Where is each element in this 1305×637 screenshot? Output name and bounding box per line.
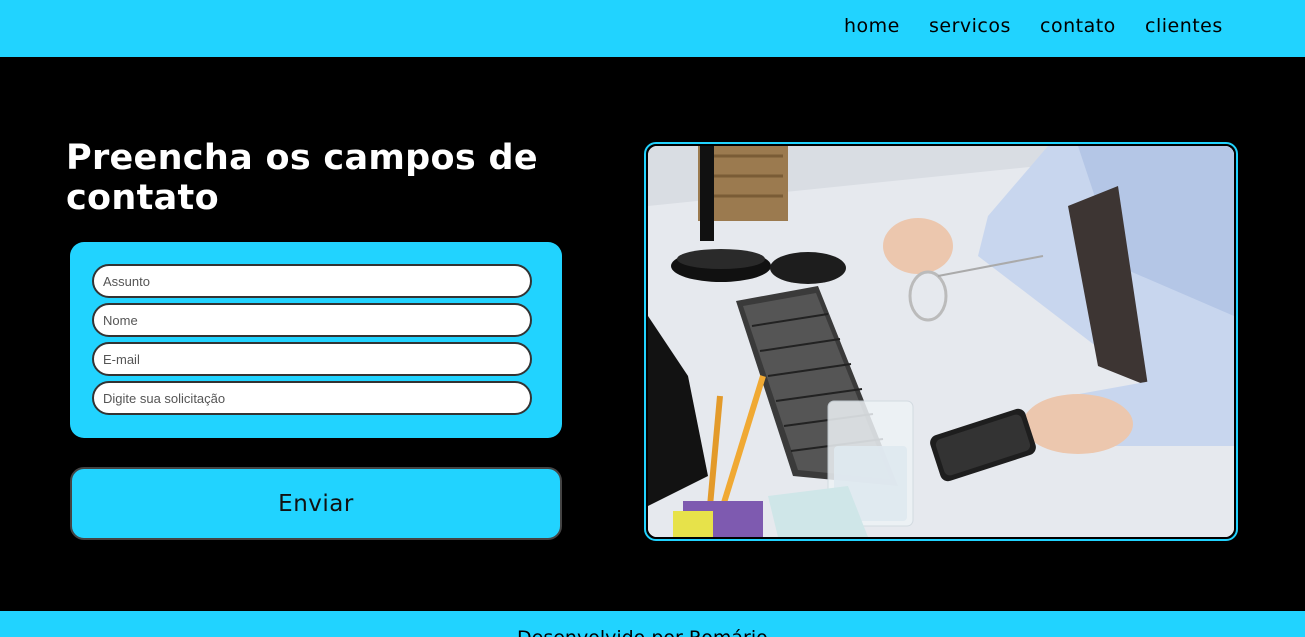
top-navigation: home servicos contato clientes <box>0 0 1305 57</box>
office-desk-image <box>648 146 1234 537</box>
request-input[interactable] <box>92 381 532 415</box>
email-input[interactable] <box>92 342 532 376</box>
submit-button[interactable]: Enviar <box>70 467 562 540</box>
office-desk-illustration <box>648 146 1234 537</box>
contact-form <box>70 242 562 438</box>
nav-link-home[interactable]: home <box>844 15 900 37</box>
footer-text: Desenvolvido por Romário <box>517 627 768 637</box>
name-input[interactable] <box>92 303 532 337</box>
subject-input[interactable] <box>92 264 532 298</box>
page-title: Preencha os campos de contato <box>66 138 538 218</box>
nav-link-servicos[interactable]: servicos <box>929 15 1011 37</box>
nav-link-contato[interactable]: contato <box>1040 15 1116 37</box>
footer: Desenvolvido por Romário <box>0 611 1305 637</box>
nav-link-clientes[interactable]: clientes <box>1145 15 1223 37</box>
contact-photo <box>644 142 1238 541</box>
